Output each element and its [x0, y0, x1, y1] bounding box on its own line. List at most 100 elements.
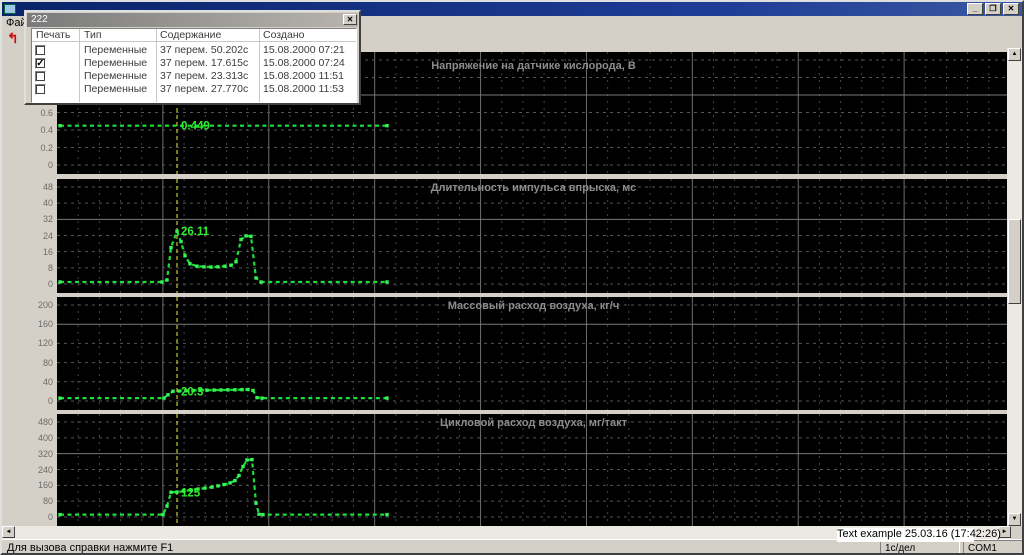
data-marker [246, 388, 249, 391]
data-marker [385, 280, 388, 283]
y-tick-label: 0.6 [2, 108, 53, 118]
y-tick-label: 40 [2, 377, 53, 387]
y-tick-label: 0.2 [2, 143, 53, 153]
data-marker [161, 513, 164, 516]
chart-title: Массовый расход воздуха, кг/ч [57, 300, 1010, 312]
data-marker [165, 278, 168, 281]
data-marker [244, 234, 247, 237]
list-item[interactable]: Переменные 37 перем. 23.313с 15.08.2000 … [32, 70, 356, 83]
data-marker [160, 280, 163, 283]
chart-title: Цикловой расход воздуха, мг/такт [57, 417, 1010, 429]
scroll-down-icon[interactable]: ▼ [1008, 513, 1021, 526]
y-tick-label: 0 [2, 512, 53, 522]
vertical-scroll-thumb[interactable] [1008, 219, 1021, 304]
cursor-value-label: 125 [181, 487, 201, 499]
restore-button[interactable]: ❐ [985, 3, 1001, 15]
data-marker [260, 396, 263, 399]
data-marker [255, 396, 258, 399]
print-checkbox[interactable] [35, 45, 46, 56]
row-type: Переменные [84, 83, 147, 95]
scroll-up-icon[interactable]: ▲ [1008, 48, 1021, 61]
data-marker [226, 388, 229, 391]
chart-panel-2: 26.11Длительность импульса впрыска, мс [57, 179, 1010, 293]
row-created: 15.08.2000 11:53 [263, 83, 344, 95]
data-marker [183, 254, 186, 257]
data-marker [251, 389, 254, 392]
data-marker [233, 388, 236, 391]
dialog-title[interactable]: 222 [27, 13, 358, 27]
data-marker [254, 276, 257, 279]
chart-area: 0.449Напряжение на датчике кислорода, В1… [2, 48, 1011, 526]
data-marker [205, 389, 208, 392]
data-marker [250, 458, 253, 461]
data-marker [58, 396, 61, 399]
data-marker [228, 481, 231, 484]
data-marker [175, 230, 178, 233]
cursor-value-label: 0.449 [181, 121, 210, 133]
data-marker [254, 501, 257, 504]
data-marker [229, 264, 232, 267]
y-tick-label: 80 [2, 496, 53, 506]
data-marker [223, 265, 226, 268]
data-marker [209, 265, 212, 268]
y-tick-label: 80 [2, 358, 53, 368]
data-marker [58, 124, 61, 127]
print-checkbox[interactable]: ✓ [35, 58, 46, 69]
data-marker [162, 396, 165, 399]
data-marker [385, 124, 388, 127]
data-marker [239, 238, 242, 241]
col-print: Печать [36, 29, 70, 41]
data-marker [175, 490, 178, 493]
dialog-close-icon[interactable]: ✕ [343, 14, 357, 25]
col-content: Содержание [160, 29, 221, 41]
list-item[interactable]: ✓ Переменные 37 перем. 17.615с 15.08.200… [32, 57, 356, 70]
data-marker [219, 388, 222, 391]
y-tick-label: 0.4 [2, 125, 53, 135]
timestamp-tooltip: Text example 25.03.16 (17:42:26) [837, 528, 974, 542]
data-marker [233, 479, 236, 482]
y-tick-label: 32 [2, 214, 53, 224]
data-marker [241, 465, 244, 468]
y-tick-label: 200 [2, 300, 53, 310]
cursor-value-label: 20.3 [181, 386, 203, 398]
data-marker [222, 483, 225, 486]
trace-line [60, 231, 387, 282]
chart-panel-4: 125 Цикловой расход воздуха, мг/такт [57, 414, 1010, 526]
data-marker [202, 265, 205, 268]
variables-dialog: 222 ✕ Печать Тип Содержание Создано Пере… [24, 10, 361, 105]
data-marker [212, 388, 215, 391]
data-marker [58, 513, 61, 516]
data-marker [188, 262, 191, 265]
data-marker [237, 474, 240, 477]
row-created: 15.08.2000 07:24 [263, 57, 345, 69]
row-created: 15.08.2000 11:51 [263, 70, 344, 82]
y-tick-label: 120 [2, 338, 53, 348]
row-type: Переменные [84, 44, 147, 56]
y-tick-label: 8 [2, 263, 53, 273]
print-checkbox[interactable] [35, 84, 46, 95]
list-item[interactable]: Переменные 37 перем. 27.770с 15.08.2000 … [32, 83, 356, 96]
data-marker [245, 458, 248, 461]
vertical-scrollbar[interactable]: ▲ ▼ [1007, 48, 1022, 526]
data-marker [58, 280, 61, 283]
minimize-button[interactable]: _ [967, 3, 983, 15]
print-checkbox[interactable] [35, 71, 46, 82]
scroll-left-icon[interactable]: ◄ [2, 526, 15, 538]
y-tick-label: 400 [2, 433, 53, 443]
y-tick-label: 40 [2, 198, 53, 208]
row-content: 37 перем. 27.770с [160, 83, 248, 95]
chart-plot: 125 [57, 414, 1010, 526]
status-help-text: Для вызова справки нажмите F1 [7, 542, 173, 554]
data-marker [385, 396, 388, 399]
back-arrow-icon[interactable]: ↰ [7, 30, 19, 47]
y-tick-label: 160 [2, 319, 53, 329]
trace-line [60, 460, 387, 515]
status-port: COM1 [963, 540, 1023, 555]
data-marker [259, 280, 262, 283]
data-marker [171, 390, 174, 393]
row-type: Переменные [84, 57, 147, 69]
y-tick-label: 240 [2, 465, 53, 475]
list-item[interactable]: Переменные 37 перем. 50.202с 15.08.2000 … [32, 44, 356, 57]
data-marker [203, 486, 206, 489]
close-button[interactable]: ✕ [1003, 3, 1019, 15]
